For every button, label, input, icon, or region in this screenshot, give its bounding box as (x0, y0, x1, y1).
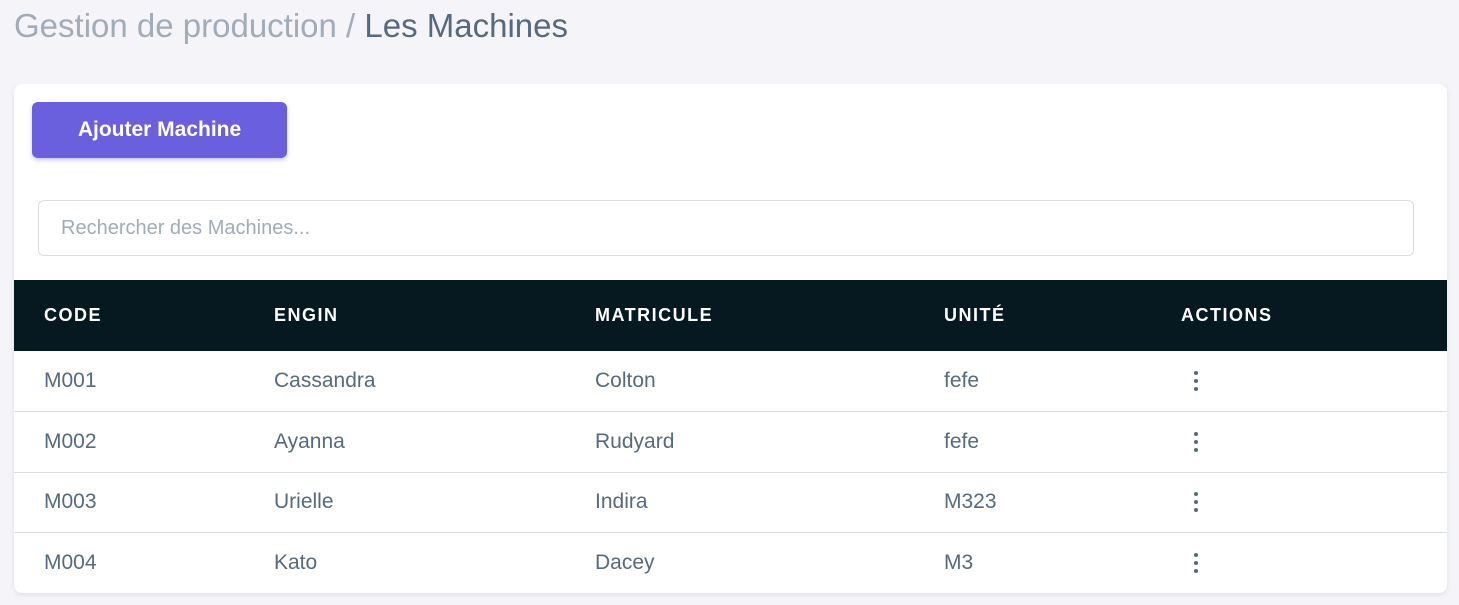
table-row: M004 Kato Dacey M3 (14, 533, 1447, 594)
machines-table: CODE ENGIN MATRICULE UNITÉ ACTIONS M001 … (14, 280, 1447, 593)
table-row: M002 Ayanna Rudyard fefe (14, 412, 1447, 473)
column-header-actions: ACTIONS (1181, 305, 1273, 325)
more-vertical-icon[interactable] (1184, 545, 1208, 581)
cell-unite: M3 (944, 551, 974, 574)
cell-actions (1151, 412, 1447, 473)
more-vertical-icon[interactable] (1184, 363, 1208, 399)
cell-actions (1151, 472, 1447, 533)
cell-actions (1151, 351, 1447, 412)
more-vertical-icon[interactable] (1184, 484, 1208, 520)
page-title: Les Machines (364, 7, 569, 44)
column-header-unite: UNITÉ (944, 305, 1006, 325)
column-header-code: CODE (44, 305, 103, 325)
cell-code: M004 (44, 551, 97, 574)
cell-code: M003 (44, 490, 97, 514)
breadcrumb-separator: / (336, 7, 365, 44)
cell-engin: Ayanna (274, 429, 345, 453)
add-machine-button[interactable]: Ajouter Machine (32, 102, 287, 158)
cell-matricule: Rudyard (595, 429, 675, 453)
search-input[interactable] (38, 200, 1414, 256)
table-body: M001 Cassandra Colton fefe M002 Ayanna R… (14, 351, 1447, 593)
cell-matricule: Indira (595, 490, 648, 514)
cell-unite: fefe (944, 429, 980, 453)
table-row: M001 Cassandra Colton fefe (14, 351, 1447, 412)
column-header-matricule: MATRICULE (595, 305, 714, 325)
cell-matricule: Colton (595, 369, 656, 392)
more-vertical-icon[interactable] (1184, 424, 1208, 460)
table-header: CODE ENGIN MATRICULE UNITÉ ACTIONS (14, 280, 1447, 351)
table-header-row: CODE ENGIN MATRICULE UNITÉ ACTIONS (14, 280, 1447, 351)
cell-code: M002 (44, 429, 97, 453)
cell-engin: Urielle (274, 490, 334, 514)
machines-card: Ajouter Machine CODE ENGIN MATRICULE UNI… (14, 84, 1447, 593)
breadcrumb-parent[interactable]: Gestion de production (14, 7, 337, 44)
cell-engin: Cassandra (274, 369, 376, 392)
cell-actions (1151, 533, 1447, 594)
cell-unite: fefe (944, 369, 980, 392)
machines-page: Gestion de production / Les Machines Ajo… (0, 0, 1459, 605)
cell-code: M001 (44, 369, 97, 392)
cell-engin: Kato (274, 551, 318, 574)
table-row: M003 Urielle Indira M323 (14, 472, 1447, 533)
breadcrumb: Gestion de production / Les Machines (14, 6, 568, 46)
cell-unite: M323 (944, 490, 997, 514)
column-header-engin: ENGIN (274, 305, 339, 325)
cell-matricule: Dacey (595, 551, 655, 574)
